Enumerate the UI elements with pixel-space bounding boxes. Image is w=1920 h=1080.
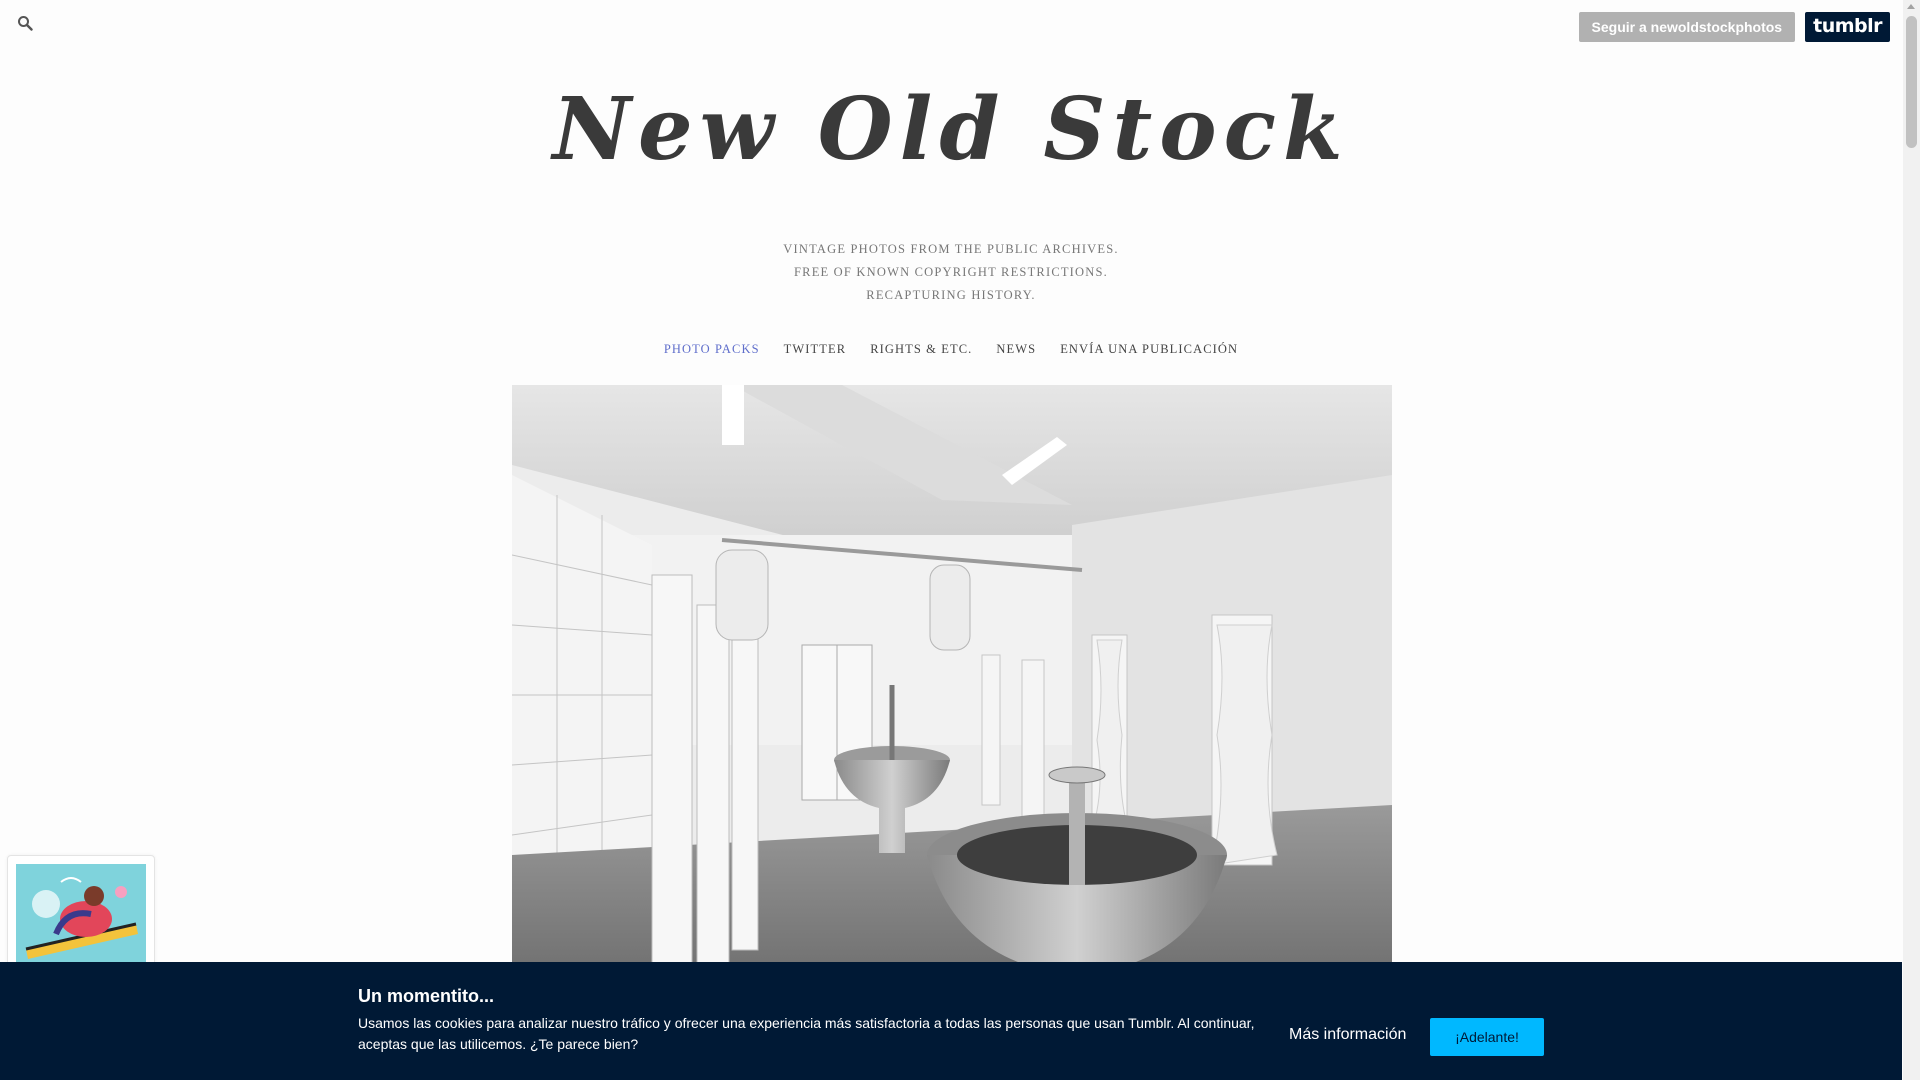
top-right-controls: Seguir a newoldstockphotos tumblr (1578, 12, 1890, 42)
promo-illustration[interactable] (16, 864, 146, 976)
description-line: RECAPTURING HISTORY. (866, 288, 1036, 302)
site-description: VINTAGE PHOTOS FROM THE PUBLIC ARCHIVES.… (0, 238, 1902, 307)
nav-photo-packs[interactable]: PHOTO PACKS (664, 342, 760, 357)
washroom-photo (512, 385, 1392, 985)
illustration-image (16, 864, 146, 976)
tumblr-logo[interactable]: tumblr (1805, 12, 1890, 42)
cookie-banner: Un momentito... Usamos las cookies para … (0, 962, 1902, 1080)
description-line: FREE OF KNOWN COPYRIGHT RESTRICTIONS. (794, 265, 1108, 279)
promo-widget[interactable] (7, 855, 155, 977)
nav-news[interactable]: NEWS (996, 342, 1036, 357)
search-button[interactable] (10, 10, 40, 40)
cookie-title: Un momentito... (358, 986, 494, 1006)
description-line: VINTAGE PHOTOS FROM THE PUBLIC ARCHIVES. (783, 242, 1119, 256)
site-title[interactable]: New Old Stock (0, 60, 1902, 200)
more-info-link[interactable]: Más información (1289, 1026, 1406, 1044)
main-nav: PHOTO PACKS TWITTER RIGHTS & ETC. NEWS E… (0, 342, 1902, 357)
blog-header: New Old Stock VINTAGE PHOTOS FROM THE PU… (0, 60, 1902, 357)
nav-twitter[interactable]: TWITTER (784, 342, 847, 357)
nav-submit[interactable]: ENVÍA UNA PUBLICACIÓN (1060, 342, 1238, 357)
search-icon (17, 15, 33, 36)
cookie-text: Usamos las cookies para analizar nuestro… (358, 1015, 1255, 1052)
scrollbar[interactable] (1903, 0, 1920, 1080)
nav-rights[interactable]: RIGHTS & ETC. (870, 342, 972, 357)
follow-button[interactable]: Seguir a newoldstockphotos (1578, 12, 1796, 42)
post-photo[interactable] (512, 385, 1392, 985)
scrollbar-thumb[interactable] (1906, 16, 1917, 148)
scroll-up-arrow-icon[interactable] (1907, 4, 1915, 9)
accept-cookies-button[interactable]: ¡Adelante! (1430, 1018, 1544, 1056)
